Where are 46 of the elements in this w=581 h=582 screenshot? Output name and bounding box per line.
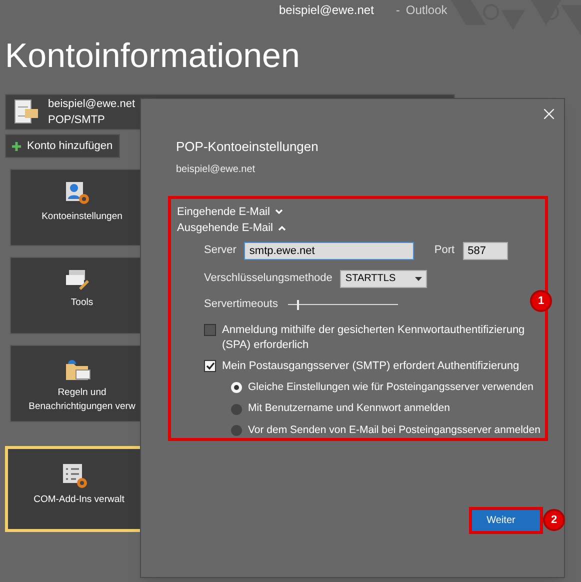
section-toggle[interactable]: Eingehende E-Mail [177,204,545,220]
dialog-email: beispiel@ewe.net [176,162,256,176]
slider-thumb[interactable] [296,300,299,310]
tile-label: Benachrichtigungen verw [28,400,136,414]
add-account-button[interactable]: Konto hinzufügen [5,134,120,158]
close-icon [544,109,554,119]
dropdown-arrow-icon [415,276,422,280]
check-icon [206,362,214,370]
checkbox-label: Anmeldung mithilfe der gesicherten Kennwortauthentifizierung (SPA) erforderlich [222,322,525,352]
chevron-down-icon [274,208,283,215]
radio-label: Vor dem Senden von E-Mail bei Posteingangsserver anmelden [248,423,540,438]
user-gear-icon [65,180,91,206]
next-button[interactable]: Weiter [469,507,543,534]
port-field[interactable]: 587 [462,242,508,260]
encryption-dropdown[interactable]: STARTTLS [340,270,428,288]
user-email: beispiel@ewe.net [279,2,374,19]
checklist-gear-icon [62,463,88,489]
tile-label: COM-Add-Ins verwalt [34,493,124,507]
server-field[interactable]: smtp.ewe.net [244,242,414,260]
chevron-up-icon [278,225,286,232]
timeout-label: Servertimeouts [204,297,278,312]
mail-cabinet-icon [14,99,40,125]
radio-button[interactable] [231,425,242,436]
section-toggle[interactable]: Ausgehende E-Mail [177,220,545,236]
tile-label: Kontoeinstellungen [42,210,122,224]
separator-text: - [396,2,400,19]
radio-label: Gleiche Einstellungen wie für Posteingangsserver verwenden [248,380,534,394]
checkbox-label: Mein Postausgangsserver (SMTP) erfordert Authentifizierung [222,358,520,374]
account-email: beispiel@ewe.net [48,97,135,112]
timeout-slider[interactable] [288,300,398,310]
page-title: Kontoinformationen [5,36,301,77]
radio-button[interactable] [231,382,242,393]
account-type: POP/SMTP [48,113,106,128]
radio-label: Mit Benutzername und Kennwort anmelden [248,401,450,416]
app-name: Outlook [406,2,448,19]
server-label: Server [204,243,236,258]
plus-icon [12,142,21,150]
tile-label: Tools [70,296,94,310]
radio-button[interactable] [231,404,242,415]
port-label: Port [434,243,455,258]
checkbox[interactable] [204,324,216,336]
checkbox[interactable] [204,360,216,372]
mail-tools-icon [65,268,91,292]
tile-label: Regeln und [58,386,106,400]
dialog-title: POP-Kontoeinstellungen [176,138,320,156]
encryption-label: Verschlüsselungsmethode [204,271,332,286]
